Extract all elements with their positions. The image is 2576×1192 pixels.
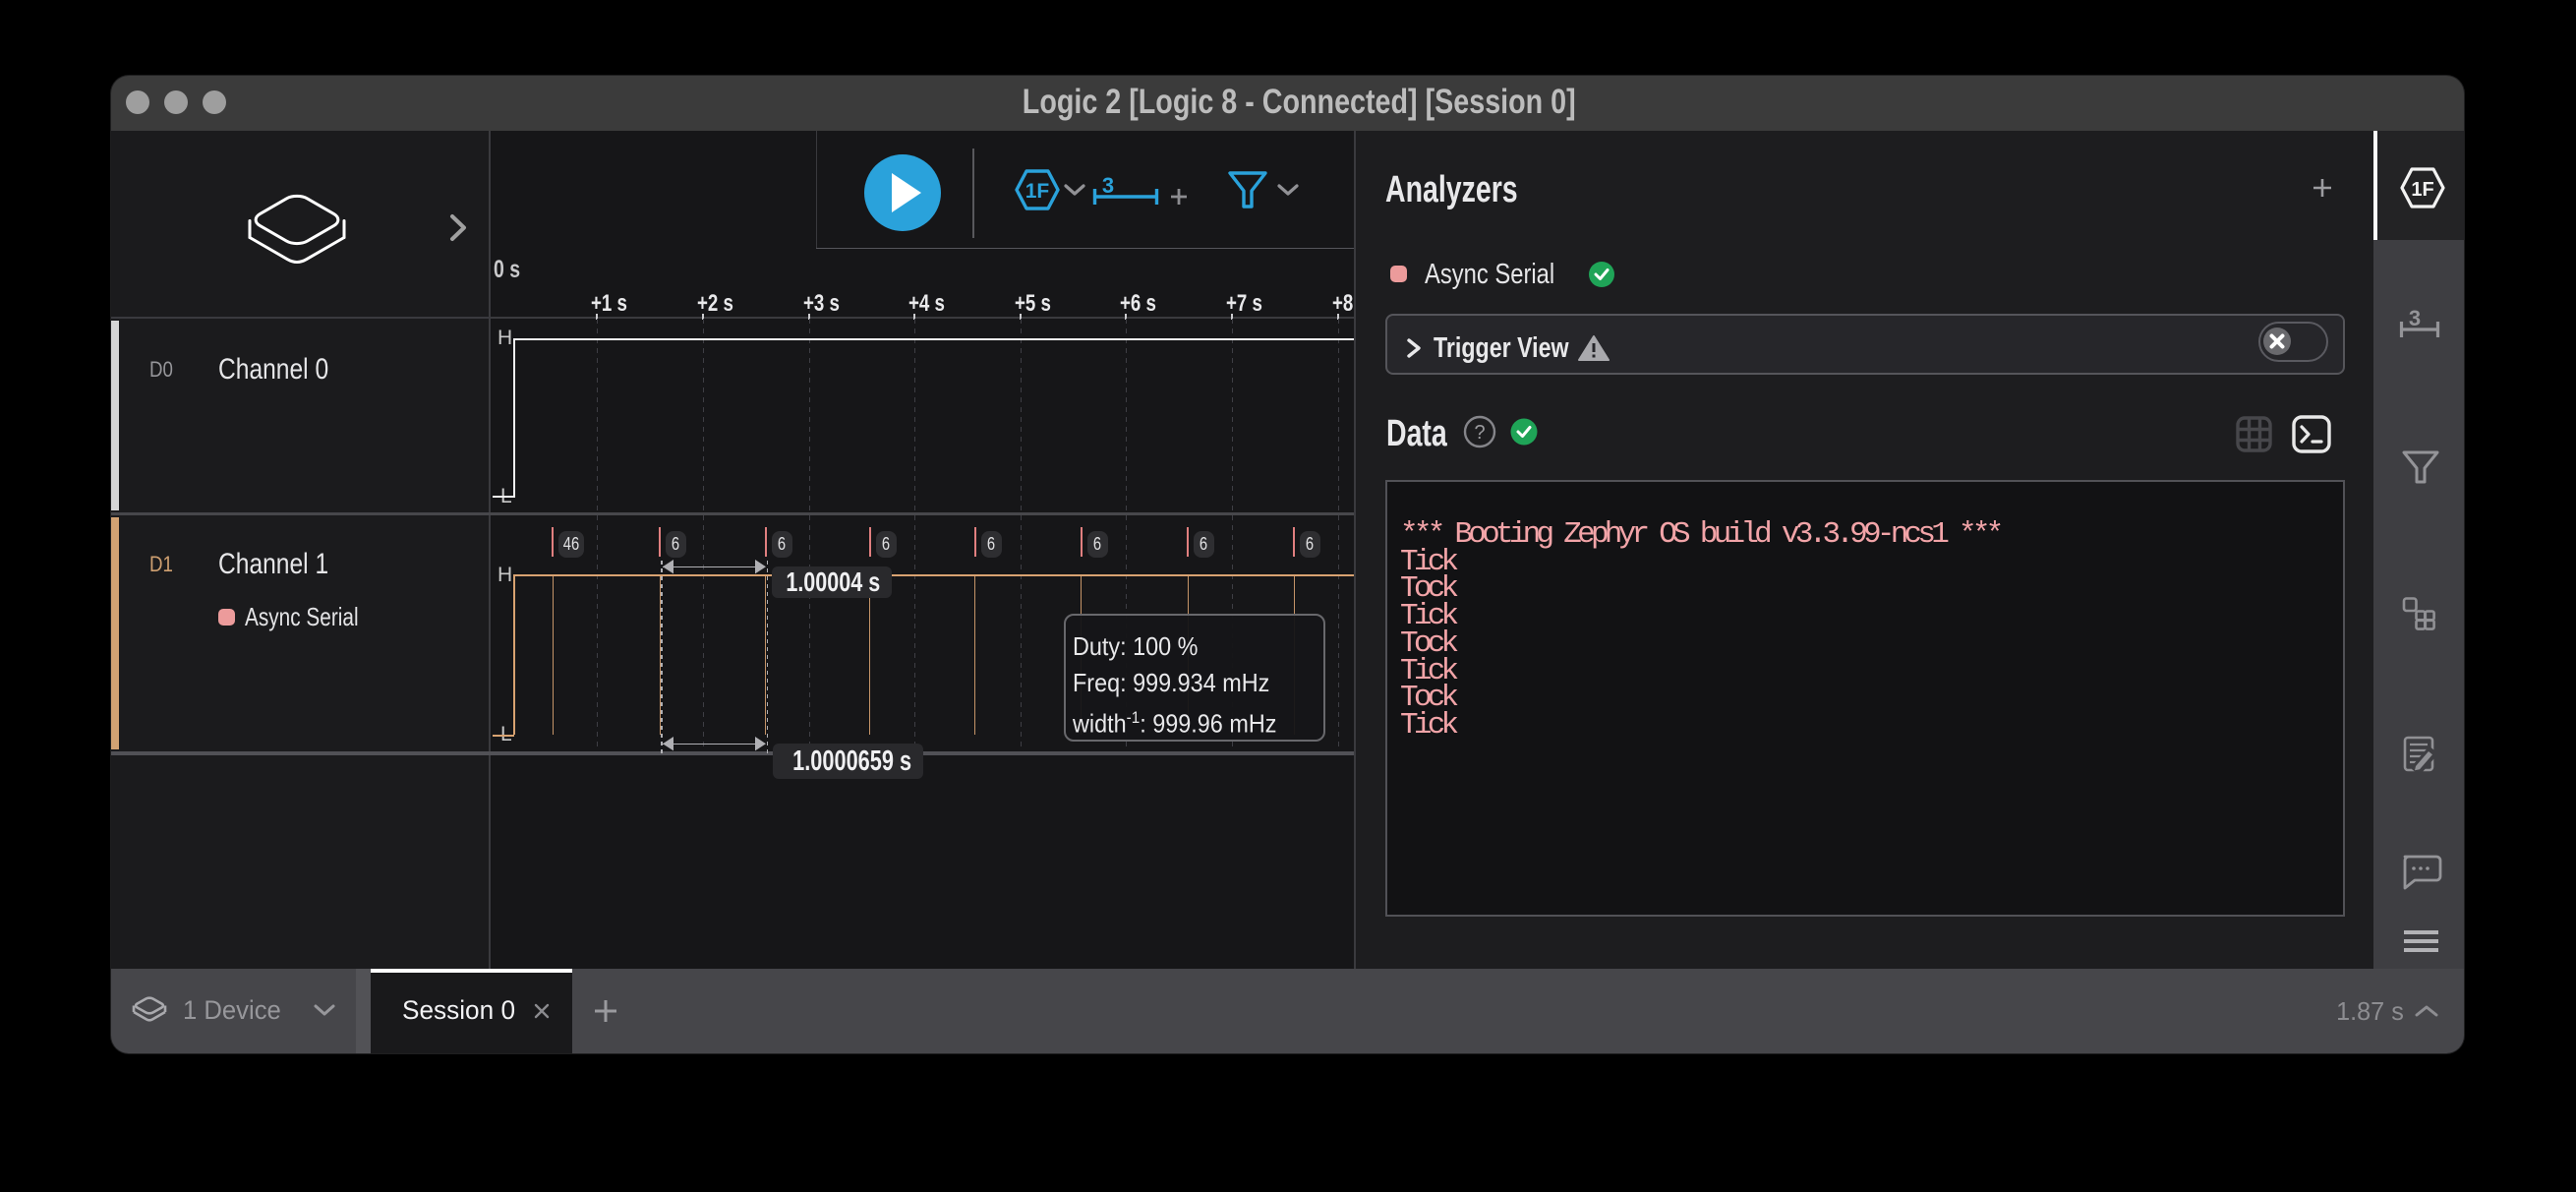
svg-text:1F: 1F bbox=[1025, 180, 1050, 203]
svg-text:3: 3 bbox=[1102, 173, 1114, 198]
svg-text:3: 3 bbox=[2409, 306, 2421, 330]
svg-text:?: ? bbox=[1474, 422, 1485, 444]
svg-text:1F: 1F bbox=[2411, 179, 2433, 201]
